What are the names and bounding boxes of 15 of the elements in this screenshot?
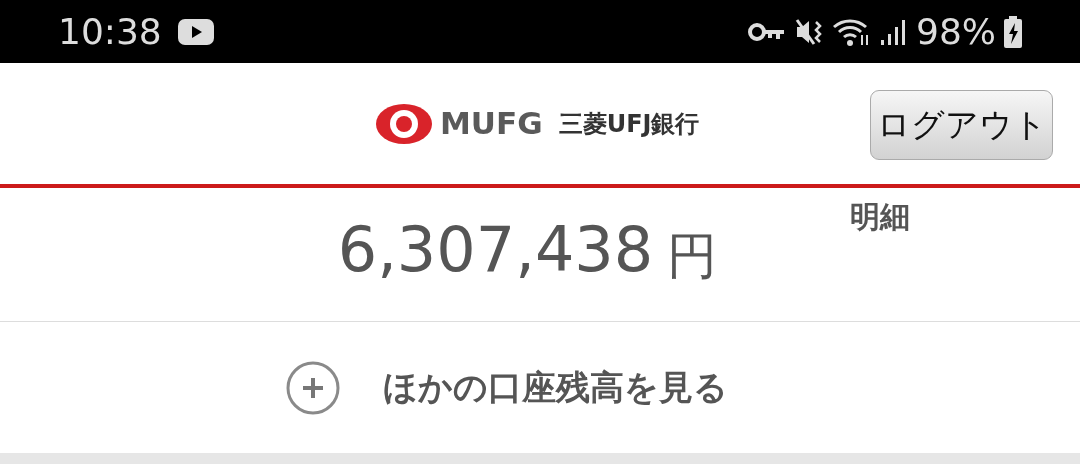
video-play-icon: [177, 18, 214, 45]
signal-icon: [880, 17, 908, 46]
battery-percent: 98%: [916, 9, 996, 54]
currency-unit: 円: [667, 230, 718, 281]
details-link[interactable]: 明細: [850, 194, 910, 239]
logo-text: MUFG: [440, 104, 543, 144]
battery-charging-icon: [1004, 15, 1022, 48]
logo-icon: [376, 103, 432, 144]
show-other-accounts-button[interactable]: ほかの口座残高を見る: [0, 322, 1080, 453]
balance-amount: 6,307,438: [337, 218, 654, 281]
key-icon: [748, 21, 786, 42]
clock-time: 10:38: [58, 9, 162, 54]
plus-circle-icon: [286, 360, 340, 415]
bank-name: 三菱UFJ銀行: [558, 108, 700, 140]
logout-button[interactable]: ログアウト: [870, 90, 1053, 160]
